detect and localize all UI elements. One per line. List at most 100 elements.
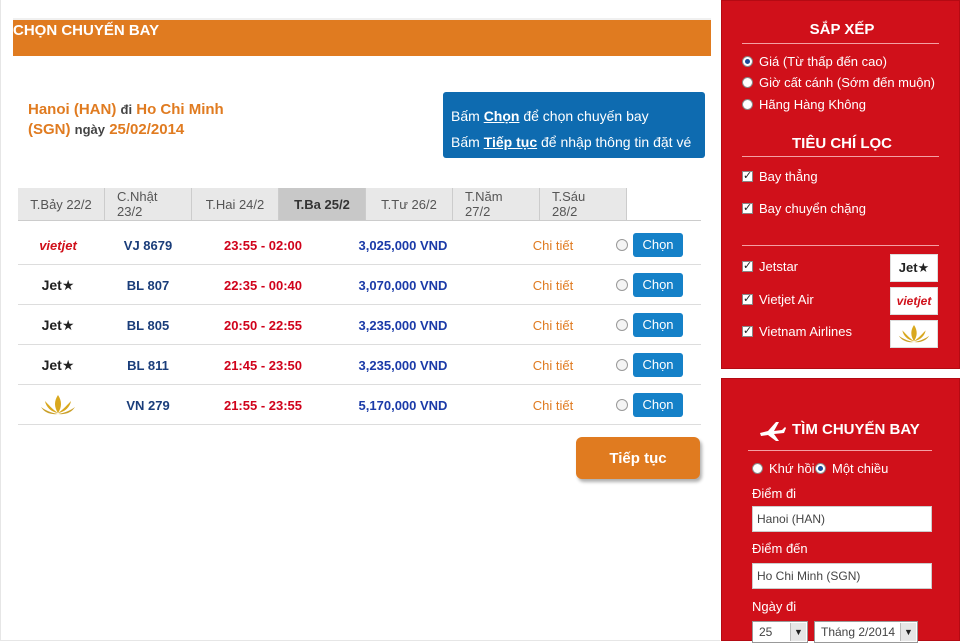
checkbox-icon[interactable]	[742, 292, 753, 305]
page-title: CHỌN CHUYẾN BAY	[13, 18, 711, 56]
sort-option-departure[interactable]: Giờ cất cánh (Sớm đến muộn)	[742, 75, 935, 90]
choose-button[interactable]: Chọn	[633, 345, 683, 385]
instruction-text: để nhập thông tin đặt vé	[541, 134, 692, 150]
flight-price: 3,235,000 VND	[358, 317, 448, 333]
from-input[interactable]: Hanoi (HAN)	[752, 506, 932, 532]
flight-radio[interactable]	[616, 305, 630, 345]
radio-icon[interactable]	[742, 77, 753, 88]
radio-icon[interactable]	[752, 463, 763, 474]
filter-vietnam-airlines[interactable]: Vietnam Airlines	[742, 324, 852, 339]
to-input[interactable]: Ho Chi Minh (SGN)	[752, 563, 932, 589]
sort-option-label: Giá (Từ thấp đến cao)	[759, 54, 887, 69]
tab-date-22[interactable]: T.Bảy 22/2	[18, 188, 105, 220]
route-to: Ho Chi Minh	[136, 101, 224, 118]
filter-vietjet[interactable]: Vietjet Air	[742, 292, 814, 307]
flight-radio[interactable]	[616, 385, 630, 425]
flight-time: 22:35 - 00:40	[223, 277, 303, 293]
jetstar-logo-icon: Jet★	[890, 254, 938, 282]
vietjet-logo-icon: vietjet	[30, 225, 86, 265]
from-label: Điểm đi	[752, 486, 797, 501]
jetstar-logo-text: Jet★	[898, 260, 930, 275]
route-from: Hanoi (HAN)	[28, 101, 117, 118]
instruction-text: Bấm	[451, 108, 480, 124]
flight-row: vietjet VJ 8679 23:55 - 02:00 3,025,000 …	[18, 225, 701, 265]
flight-time: 20:50 - 22:55	[223, 317, 303, 333]
vietnam-airlines-lotus-icon	[890, 320, 938, 348]
flight-row: Jet★ BL 811 21:45 - 23:50 3,235,000 VND …	[18, 345, 701, 385]
flight-detail-link[interactable]: Chi tiết	[523, 305, 583, 345]
filter-label: Bay chuyển chặng	[759, 201, 866, 216]
flight-time: 21:55 - 23:55	[223, 397, 303, 413]
filter-label: Vietnam Airlines	[759, 324, 852, 339]
jetstar-logo-text: Jet★	[41, 276, 75, 293]
tab-date-28[interactable]: T.Sáu 28/2	[540, 188, 627, 220]
trip-oneway[interactable]: Một chiều	[815, 461, 888, 476]
flight-radio[interactable]	[616, 265, 630, 305]
trip-roundtrip[interactable]: Khứ hồi	[752, 461, 815, 476]
checkbox-icon[interactable]	[742, 324, 753, 337]
radio-icon[interactable]	[742, 99, 753, 110]
date-label: Ngày đi	[752, 599, 797, 614]
flight-number: BL 807	[126, 277, 170, 293]
sort-option-price[interactable]: Giá (Từ thấp đến cao)	[742, 54, 887, 69]
choose-button[interactable]: Chọn	[633, 305, 683, 345]
vietjet-logo-text: vietjet	[896, 294, 932, 308]
jetstar-logo-text: Jet★	[41, 316, 75, 333]
flight-detail-link[interactable]: Chi tiết	[523, 385, 583, 425]
airplane-icon	[758, 419, 786, 446]
tab-date-25[interactable]: T.Ba 25/2	[279, 188, 366, 220]
checkbox-icon[interactable]	[742, 201, 753, 214]
choose-button[interactable]: Chọn	[633, 265, 683, 305]
flight-detail-link[interactable]: Chi tiết	[523, 265, 583, 305]
vietjet-logo-text: vietjet	[39, 237, 77, 253]
chevron-down-icon[interactable]: ▼	[900, 623, 916, 641]
day-select[interactable]: 25 ▼	[752, 621, 808, 643]
flight-number: BL 811	[127, 357, 169, 373]
month-select[interactable]: Tháng 2/2014 ▼	[814, 621, 918, 643]
filter-connecting[interactable]: Bay chuyển chặng	[742, 201, 866, 216]
flight-time: 21:45 - 23:50	[223, 357, 303, 373]
flight-selection-panel: CHỌN CHUYẾN BAY Hanoi (HAN) đi Ho Chi Mi…	[0, 0, 720, 641]
choose-button-label: Chọn	[633, 233, 683, 257]
day-select-value: 25	[759, 625, 773, 639]
tab-date-26[interactable]: T.Tư 26/2	[366, 188, 453, 220]
sort-title: SẮP XẾP	[809, 21, 875, 38]
instruction-line-1: Bấm Chọn để chọn chuyến bay	[451, 103, 697, 129]
flight-radio[interactable]	[616, 225, 630, 265]
date-tabs: T.Bảy 22/2 C.Nhật 23/2 T.Hai 24/2 T.Ba 2…	[18, 188, 627, 220]
choose-button[interactable]: Chọn	[633, 385, 683, 425]
flight-price: 3,070,000 VND	[358, 277, 448, 293]
continue-button[interactable]: Tiếp tục	[576, 437, 700, 479]
search-divider	[748, 450, 932, 451]
sort-option-label: Giờ cất cánh (Sớm đến muộn)	[759, 75, 936, 90]
flight-row: Jet★ BL 807 22:35 - 00:40 3,070,000 VND …	[18, 265, 701, 305]
choose-button-label: Chọn	[633, 313, 683, 337]
checkbox-icon[interactable]	[742, 169, 753, 182]
sort-filter-panel: SẮP XẾP Giá (Từ thấp đến cao) Giờ cất cá…	[721, 0, 960, 369]
tab-date-23[interactable]: C.Nhật 23/2	[105, 188, 192, 220]
choose-button-label: Chọn	[633, 393, 683, 417]
flight-detail-link[interactable]: Chi tiết	[523, 225, 583, 265]
checkbox-icon[interactable]	[742, 259, 753, 272]
chevron-down-icon[interactable]: ▼	[790, 623, 806, 641]
radio-icon[interactable]	[742, 56, 753, 67]
jetstar-logo-icon: Jet★	[30, 345, 86, 385]
sort-option-airline[interactable]: Hãng Hàng Không	[742, 97, 866, 112]
flight-list: vietjet VJ 8679 23:55 - 02:00 3,025,000 …	[18, 225, 701, 425]
radio-icon[interactable]	[815, 463, 826, 474]
search-title: TÌM CHUYẾN BAY	[792, 421, 920, 438]
route-date-word: ngày	[74, 122, 106, 137]
tab-date-27[interactable]: T.Năm 27/2	[453, 188, 540, 220]
route-date: 25/02/2014	[109, 121, 185, 138]
filter-jetstar[interactable]: Jetstar	[742, 259, 798, 274]
flight-radio[interactable]	[616, 345, 630, 385]
filter-direct[interactable]: Bay thẳng	[742, 169, 818, 184]
choose-button[interactable]: Chọn	[633, 225, 683, 265]
flight-price: 3,235,000 VND	[358, 357, 448, 373]
choose-button-label: Chọn	[633, 273, 683, 297]
flight-detail-link[interactable]: Chi tiết	[523, 345, 583, 385]
tab-date-24[interactable]: T.Hai 24/2	[192, 188, 279, 220]
filter-label: Bay thẳng	[759, 169, 818, 184]
instruction-text: Bấm	[451, 134, 480, 150]
tab-divider	[18, 220, 701, 221]
